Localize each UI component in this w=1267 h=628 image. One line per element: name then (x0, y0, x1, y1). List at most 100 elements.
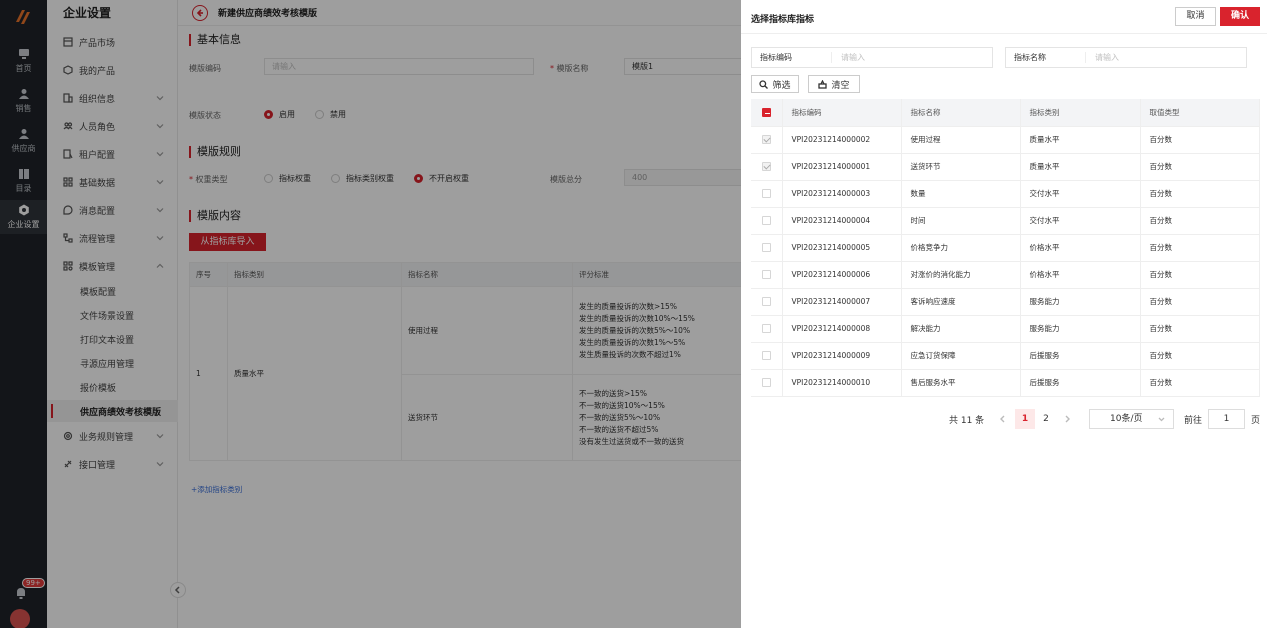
code-cell: VPI20231214000004 (782, 207, 902, 235)
code-cell: VPI20231214000010 (782, 369, 902, 397)
name-cell: 数量 (901, 180, 1021, 208)
filter-code-label: 指标编码 (752, 52, 832, 63)
row-checkbox[interactable] (761, 162, 771, 172)
prev-page-icon[interactable] (999, 415, 1006, 423)
page-size-select[interactable]: 10条/页 (1089, 409, 1174, 429)
search-button-label: 筛选 (772, 80, 791, 91)
row-checkbox-cell (751, 234, 783, 262)
category-cell: 价格水平 (1020, 234, 1141, 262)
category-cell: 交付水平 (1020, 207, 1141, 235)
filter-code: 指标编码 请输入 (751, 47, 993, 68)
drawer-header: 选择指标库指标 取消 确认 (741, 0, 1267, 34)
table-row[interactable]: VPI20231214000006 对涨价的消化能力 价格水平 百分数 (751, 261, 1260, 289)
code-cell: VPI20231214000001 (782, 153, 902, 181)
category-cell: 服务能力 (1020, 288, 1141, 316)
type-cell: 百分数 (1140, 369, 1260, 397)
category-cell: 后援服务 (1020, 369, 1141, 397)
row-checkbox[interactable] (761, 378, 771, 388)
row-checkbox[interactable] (761, 297, 771, 307)
category-cell: 质量水平 (1020, 153, 1141, 181)
table-row[interactable]: VPI20231214000004 时间 交付水平 百分数 (751, 207, 1260, 235)
row-checkbox[interactable] (761, 216, 771, 226)
search-button[interactable]: 筛选 (751, 75, 799, 93)
table-header-row: 指标编码 指标名称 指标类别 取值类型 (751, 99, 1260, 127)
row-checkbox[interactable] (761, 324, 771, 334)
row-checkbox-cell (751, 369, 783, 397)
table-row[interactable]: VPI20231214000005 价格竞争力 价格水平 百分数 (751, 234, 1260, 262)
type-cell: 百分数 (1140, 153, 1260, 181)
name-cell: 送货环节 (901, 153, 1021, 181)
row-checkbox[interactable] (761, 189, 771, 199)
row-checkbox-cell (751, 180, 783, 208)
category-cell: 质量水平 (1020, 126, 1141, 154)
category-cell: 交付水平 (1020, 180, 1141, 208)
row-checkbox[interactable] (761, 270, 771, 280)
code-cell: VPI20231214000007 (782, 288, 902, 316)
header-name: 指标名称 (901, 99, 1021, 127)
broom-icon (818, 79, 828, 89)
type-cell: 百分数 (1140, 207, 1260, 235)
table-row[interactable]: VPI20231214000008 解决能力 服务能力 百分数 (751, 315, 1260, 343)
type-cell: 百分数 (1140, 315, 1260, 343)
page-size-value: 10条/页 (1110, 414, 1143, 424)
row-checkbox-cell (751, 207, 783, 235)
row-checkbox[interactable] (761, 351, 771, 361)
type-cell: 百分数 (1140, 261, 1260, 289)
clear-button-label: 清空 (831, 80, 850, 91)
code-cell: VPI20231214000006 (782, 261, 902, 289)
type-cell: 百分数 (1140, 126, 1260, 154)
type-cell: 百分数 (1140, 234, 1260, 262)
filter-name-input[interactable]: 请输入 (1086, 52, 1119, 63)
filter-name-label: 指标名称 (1006, 52, 1086, 63)
table-row[interactable]: VPI20231214000003 数量 交付水平 百分数 (751, 180, 1260, 208)
row-checkbox-cell (751, 126, 783, 154)
drawer-title: 选择指标库指标 (751, 15, 815, 25)
select-all-checkbox[interactable] (761, 108, 771, 117)
table-row[interactable]: VPI20231214000009 应急订货保障 后援服务 百分数 (751, 342, 1260, 370)
filter-name: 指标名称 请输入 (1005, 47, 1247, 68)
chevron-down-icon (1158, 417, 1165, 422)
cancel-button[interactable]: 取消 (1175, 7, 1216, 26)
name-cell: 应急订货保障 (901, 342, 1021, 370)
row-checkbox-cell (751, 153, 783, 181)
name-cell: 使用过程 (901, 126, 1021, 154)
name-cell: 售后服务水平 (901, 369, 1021, 397)
category-cell: 服务能力 (1020, 315, 1141, 343)
code-cell: VPI20231214000003 (782, 180, 902, 208)
code-cell: VPI20231214000009 (782, 342, 902, 370)
name-cell: 解决能力 (901, 315, 1021, 343)
row-checkbox-cell (751, 261, 783, 289)
table-row[interactable]: VPI20231214000010 售后服务水平 后援服务 百分数 (751, 369, 1260, 397)
goto-page-input[interactable]: 1 (1208, 409, 1245, 429)
table-row[interactable]: VPI20231214000001 送货环节 质量水平 百分数 (751, 153, 1260, 181)
pagination: 共 11 条 1 2 10条/页 前往 1 页 (741, 409, 1267, 429)
name-cell: 对涨价的消化能力 (901, 261, 1021, 289)
filter-code-input[interactable]: 请输入 (832, 52, 865, 63)
name-cell: 价格竞争力 (901, 234, 1021, 262)
name-cell: 客诉响应速度 (901, 288, 1021, 316)
code-cell: VPI20231214000002 (782, 126, 902, 154)
table-row[interactable]: VPI20231214000007 客诉响应速度 服务能力 百分数 (751, 288, 1260, 316)
next-page-icon[interactable] (1064, 415, 1071, 423)
type-cell: 百分数 (1140, 342, 1260, 370)
clear-button[interactable]: 清空 (808, 75, 860, 93)
row-checkbox-cell (751, 342, 783, 370)
header-type: 取值类型 (1140, 99, 1260, 127)
select-all-cell (751, 99, 783, 127)
type-cell: 百分数 (1140, 288, 1260, 316)
total-count: 共 11 条 (949, 416, 985, 426)
confirm-button[interactable]: 确认 (1220, 7, 1260, 26)
row-checkbox[interactable] (761, 243, 771, 253)
row-checkbox-cell (751, 315, 783, 343)
modal-mask[interactable] (0, 0, 741, 628)
header-category: 指标类别 (1020, 99, 1141, 127)
page-1[interactable]: 1 (1015, 409, 1035, 429)
page-2[interactable]: 2 (1036, 409, 1056, 429)
code-cell: VPI20231214000008 (782, 315, 902, 343)
table-row[interactable]: VPI20231214000002 使用过程 质量水平 百分数 (751, 126, 1260, 154)
row-checkbox[interactable] (761, 135, 771, 145)
category-cell: 价格水平 (1020, 261, 1141, 289)
name-cell: 时间 (901, 207, 1021, 235)
header-code: 指标编码 (782, 99, 902, 127)
indicator-select-drawer: 选择指标库指标 取消 确认 指标编码 请输入 指标名称 请输入 筛选 清空 指标… (741, 0, 1267, 628)
